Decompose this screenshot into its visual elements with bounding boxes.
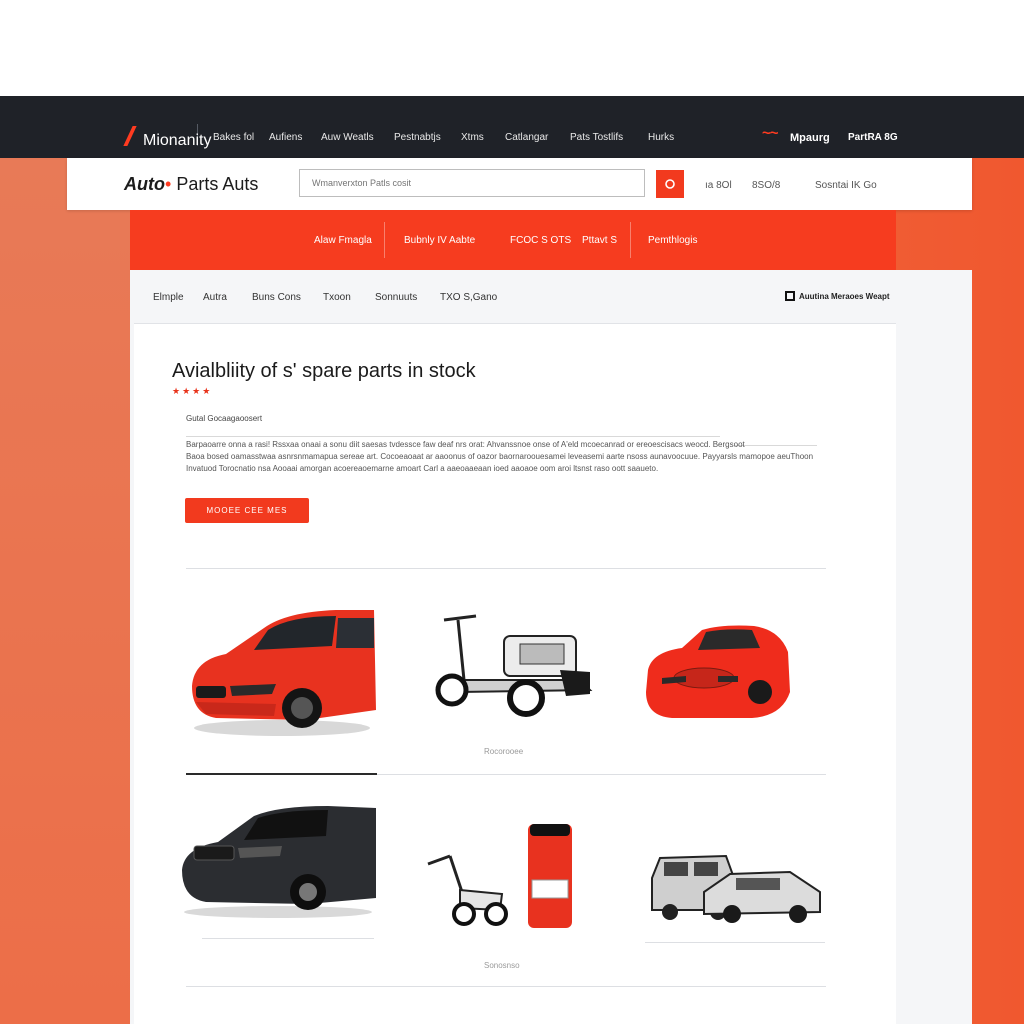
logo-rest-text: Parts Auts	[176, 174, 259, 194]
subnav-item-6[interactable]: TXO S,Gano	[440, 292, 497, 303]
nav-item-9[interactable]: Hurks	[648, 132, 674, 143]
category-item-1[interactable]: Alaw Fmagla	[314, 235, 372, 246]
search-button[interactable]	[656, 170, 684, 198]
logo-dot: •	[164, 174, 172, 194]
page-title: Avialbliity of s' spare parts in stock	[172, 360, 476, 382]
product-black-sedan[interactable]	[178, 800, 378, 920]
product-scooter-part[interactable]	[420, 820, 580, 932]
product-vintage-cars[interactable]	[648, 848, 824, 928]
subnav-divider	[134, 323, 896, 324]
subnav-right-label: Auutina Meraoes Weapt	[799, 291, 890, 301]
active-tab-indicator	[186, 773, 377, 775]
nav-item-3[interactable]: Aufiens	[269, 132, 302, 143]
nav-item-8[interactable]: Pats Tostlifs	[570, 132, 623, 143]
top-blank-area	[0, 0, 1024, 96]
description-rule	[186, 436, 720, 437]
cta-button[interactable]: MOOEE CEE MES	[185, 498, 309, 523]
checkbox-icon[interactable]	[785, 291, 795, 301]
search-icon	[665, 179, 675, 189]
header-link-2[interactable]: 8SO/8	[752, 180, 780, 191]
nav-item-4[interactable]: Auw Weatls	[321, 132, 374, 143]
nav-item-5[interactable]: Pestnabtjs	[394, 132, 441, 143]
subnav-item-5[interactable]: Sonnuuts	[375, 292, 417, 303]
category-item-5[interactable]: Pemthlogis	[648, 235, 697, 246]
description-line-2: Baoa bosed oamasstwaa asnrsnmamapua sere…	[186, 452, 814, 461]
description-rule	[735, 445, 817, 446]
product-underline	[645, 942, 825, 943]
product-red-coupe[interactable]	[642, 622, 794, 722]
header-link-3[interactable]: Sosntai IK Go	[815, 180, 877, 191]
nav-item-7[interactable]: Catlangar	[505, 132, 548, 143]
brand-name[interactable]: Mpaurg	[790, 132, 830, 144]
subnav-item-1[interactable]: Elmple	[153, 292, 184, 303]
rating-stars: ★★★★	[172, 386, 213, 396]
category-item-2[interactable]: Bubnly IV Aabte	[404, 235, 475, 246]
brand-logo-icon[interactable]: ~~	[762, 125, 779, 142]
search-header: Auto• Parts Auts ıa 8Ol 8SO/8 Sosntai IK…	[67, 158, 972, 210]
subnav-item-4[interactable]: Txoon	[323, 292, 351, 303]
subnav-right-toggle[interactable]: Auutina Meraoes Weapt	[785, 291, 890, 301]
logo-auto-text: Auto	[124, 174, 165, 194]
page-background-left	[0, 158, 130, 1024]
description-line-1: Barpaoarre onna a rasi! Rssxaa onaai a s…	[186, 440, 745, 449]
product-chassis[interactable]	[430, 610, 594, 720]
nav-item-1[interactable]: Mionanity	[143, 132, 211, 150]
subnav-item-2[interactable]: Autra	[203, 292, 227, 303]
section-divider	[186, 986, 826, 987]
description-line-3: Invatuod Torocnatio nsa Aooaai amorgan a…	[186, 464, 659, 473]
category-bar: Alaw Fmagla Bubnly IV Aabte FCOC S OTS P…	[130, 210, 896, 270]
product-caption-1: Rocorooee	[484, 747, 524, 756]
category-item-3[interactable]: FCOC S OTS	[510, 235, 571, 246]
section-divider	[186, 568, 826, 569]
search-input[interactable]	[299, 169, 645, 197]
header-link-1[interactable]: ıa 8Ol	[705, 180, 732, 191]
subnav-item-3[interactable]: Buns Cons	[252, 292, 301, 303]
site-logo[interactable]: Auto• Parts Auts	[124, 174, 258, 195]
category-item-4[interactable]: Pttavt S	[582, 235, 617, 246]
section-label: Gutal Gocaagaoosert	[186, 414, 263, 423]
product-underline	[202, 938, 374, 939]
product-red-sedan[interactable]	[186, 598, 378, 740]
category-separator	[630, 222, 631, 258]
nav-item-6[interactable]: Xtms	[461, 132, 484, 143]
nav-right-link[interactable]: PartRA 8G	[848, 132, 898, 143]
product-caption-2: Sonosnso	[484, 961, 520, 970]
category-separator	[384, 222, 385, 258]
nav-item-2[interactable]: Bakes fol	[213, 132, 254, 143]
slash-logo-icon	[123, 126, 137, 146]
